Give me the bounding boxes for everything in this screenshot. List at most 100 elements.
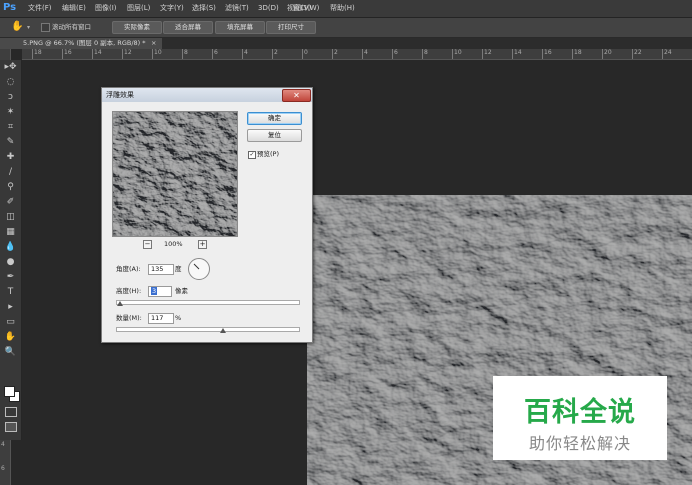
menu-window[interactable]: 窗口(W) <box>293 3 319 14</box>
angle-input[interactable]: 135 <box>148 264 174 275</box>
amount-slider-thumb[interactable] <box>220 328 226 333</box>
ruler-top-label: 16 <box>544 49 552 56</box>
reset-button[interactable]: 复位 <box>247 129 302 142</box>
height-unit: 像素 <box>175 287 188 295</box>
print-size-button[interactable]: 打印尺寸 <box>266 21 316 34</box>
dodge-icon[interactable]: ● <box>4 256 17 268</box>
pen-icon[interactable]: ✒ <box>4 271 17 283</box>
ok-button[interactable]: 确定 <box>247 112 302 125</box>
ruler-top-tick <box>362 49 363 59</box>
move-icon[interactable]: ▸✥ <box>4 61 17 73</box>
actual-pixels-button[interactable]: 实际像素 <box>112 21 162 34</box>
ruler-top-label: 22 <box>634 49 642 56</box>
ruler-top-tick <box>542 49 543 59</box>
hand-icon[interactable]: ✋ <box>4 331 17 343</box>
photoshop-logo: Ps <box>3 2 17 13</box>
ruler-top-label: 6 <box>214 49 218 56</box>
ruler-top-tick <box>392 49 393 59</box>
ruler-top-tick <box>422 49 423 59</box>
scroll-all-checkbox[interactable] <box>41 23 50 32</box>
watermark-subtitle: 助你轻松解决 <box>528 434 631 453</box>
ruler-top-tick <box>662 49 663 59</box>
angle-unit: 度 <box>175 265 182 273</box>
menu-type[interactable]: 文字(Y) <box>160 3 184 14</box>
path-selection-icon[interactable]: ▸ <box>4 301 17 313</box>
ruler-top-tick <box>482 49 483 59</box>
brush-icon[interactable]: ∕ <box>4 166 17 178</box>
dialog-title-bar[interactable]: 浮雕效果 ✕ <box>102 88 312 102</box>
fit-screen-button[interactable]: 适合屏幕 <box>163 21 213 34</box>
ruler-top-label: 8 <box>184 49 188 56</box>
tool-preset-chevron-icon[interactable]: ▾ <box>27 24 30 31</box>
crop-icon[interactable]: ⌗ <box>4 121 17 133</box>
eraser-icon[interactable]: ◫ <box>4 211 17 223</box>
ruler-top-tick <box>572 49 573 59</box>
shape-icon[interactable]: ▭ <box>4 316 17 328</box>
watermark-logo: 百科全说 助你轻松解决 <box>493 376 667 460</box>
magic-wand-icon[interactable]: ✶ <box>4 106 17 118</box>
ruler-top-label: 24 <box>664 49 672 56</box>
angle-dial-needle <box>193 263 200 270</box>
menu-help[interactable]: 帮助(H) <box>330 3 355 14</box>
amount-label: 数量(M): <box>116 314 142 322</box>
height-input[interactable]: 3 <box>148 286 172 297</box>
amount-slider-track[interactable] <box>116 327 300 332</box>
preview-zoom-value: 100% <box>164 240 183 248</box>
clone-stamp-icon[interactable]: ⚲ <box>4 181 17 193</box>
height-slider-thumb[interactable] <box>117 301 123 306</box>
menu-bar: Ps 文件(F) 编辑(E) 图像(I) 图层(L) 文字(Y) 选择(S) 滤… <box>0 0 692 18</box>
menu-file[interactable]: 文件(F) <box>28 3 52 14</box>
ruler-top-tick <box>602 49 603 59</box>
ruler-top-label: 14 <box>514 49 522 56</box>
ruler-top-tick <box>62 49 63 59</box>
blur-icon[interactable]: 💧 <box>4 241 17 253</box>
ruler-top-label: 6 <box>394 49 398 56</box>
ruler-top-tick <box>302 49 303 59</box>
angle-dial[interactable] <box>188 258 210 280</box>
menu-edit[interactable]: 编辑(E) <box>62 3 86 14</box>
hand-tool-icon[interactable]: ✋ <box>11 21 23 33</box>
type-icon[interactable]: T <box>4 286 17 298</box>
marquee-icon[interactable]: ◌ <box>4 76 17 88</box>
height-slider-track[interactable] <box>116 300 300 305</box>
ruler-top-tick <box>122 49 123 59</box>
preview-checkbox[interactable]: ✓ <box>248 151 256 159</box>
zoom-out-button[interactable]: − <box>143 240 152 249</box>
document-tab[interactable]: 5.PNG @ 66.7% (图层 0 副本, RGB/8) * × <box>0 38 162 49</box>
gradient-icon[interactable]: ▦ <box>4 226 17 238</box>
amount-input[interactable]: 117 <box>148 313 174 324</box>
screen-mode-icon[interactable] <box>5 422 17 432</box>
eyedropper-icon[interactable]: ✎ <box>4 136 17 148</box>
zoom-icon[interactable]: 🔍 <box>4 346 17 358</box>
menu-3d[interactable]: 3D(D) <box>258 3 279 14</box>
filter-preview[interactable] <box>112 111 238 237</box>
zoom-in-button[interactable]: + <box>198 240 207 249</box>
ruler-top-label: 4 <box>364 49 368 56</box>
lasso-icon[interactable]: ↄ <box>4 91 17 103</box>
close-icon[interactable]: ✕ <box>282 89 311 102</box>
fill-screen-button[interactable]: 填充屏幕 <box>215 21 265 34</box>
menu-layer[interactable]: 图层(L) <box>127 3 150 14</box>
menu-image[interactable]: 图像(I) <box>95 3 117 14</box>
options-bar: ✋ ▾ 滚动所有窗口 实际像素 适合屏幕 填充屏幕 打印尺寸 <box>0 18 692 38</box>
ruler-top-label: 2 <box>334 49 338 56</box>
ruler-top-label: 12 <box>484 49 492 56</box>
ruler-top-label: 18 <box>34 49 42 56</box>
amount-unit: % <box>175 314 182 322</box>
ruler-top: 18 16 14 12 10 8 6 4 2 0 2 4 6 8 10 12 14 16 18 20 22 24 <box>22 49 692 60</box>
healing-brush-icon[interactable]: ✚ <box>4 151 17 163</box>
menu-select[interactable]: 选择(S) <box>192 3 216 14</box>
emboss-dialog: 浮雕效果 ✕ − 100% + 确定 复位 ✓ 预览(P) 角度(A): 135… <box>101 87 313 343</box>
menu-filter[interactable]: 滤镜(T) <box>225 3 249 14</box>
ruler-left-label: 4 <box>1 441 5 448</box>
foreground-color-swatch[interactable] <box>4 386 15 397</box>
close-icon[interactable]: × <box>151 38 156 49</box>
ruler-top-label: 8 <box>424 49 428 56</box>
history-brush-icon[interactable]: ✐ <box>4 196 17 208</box>
ruler-top-label: 14 <box>94 49 102 56</box>
dialog-title: 浮雕效果 <box>106 91 134 99</box>
quick-mask-icon[interactable] <box>5 407 17 417</box>
ruler-top-tick <box>182 49 183 59</box>
ruler-top-label: 18 <box>574 49 582 56</box>
ruler-top-tick <box>242 49 243 59</box>
